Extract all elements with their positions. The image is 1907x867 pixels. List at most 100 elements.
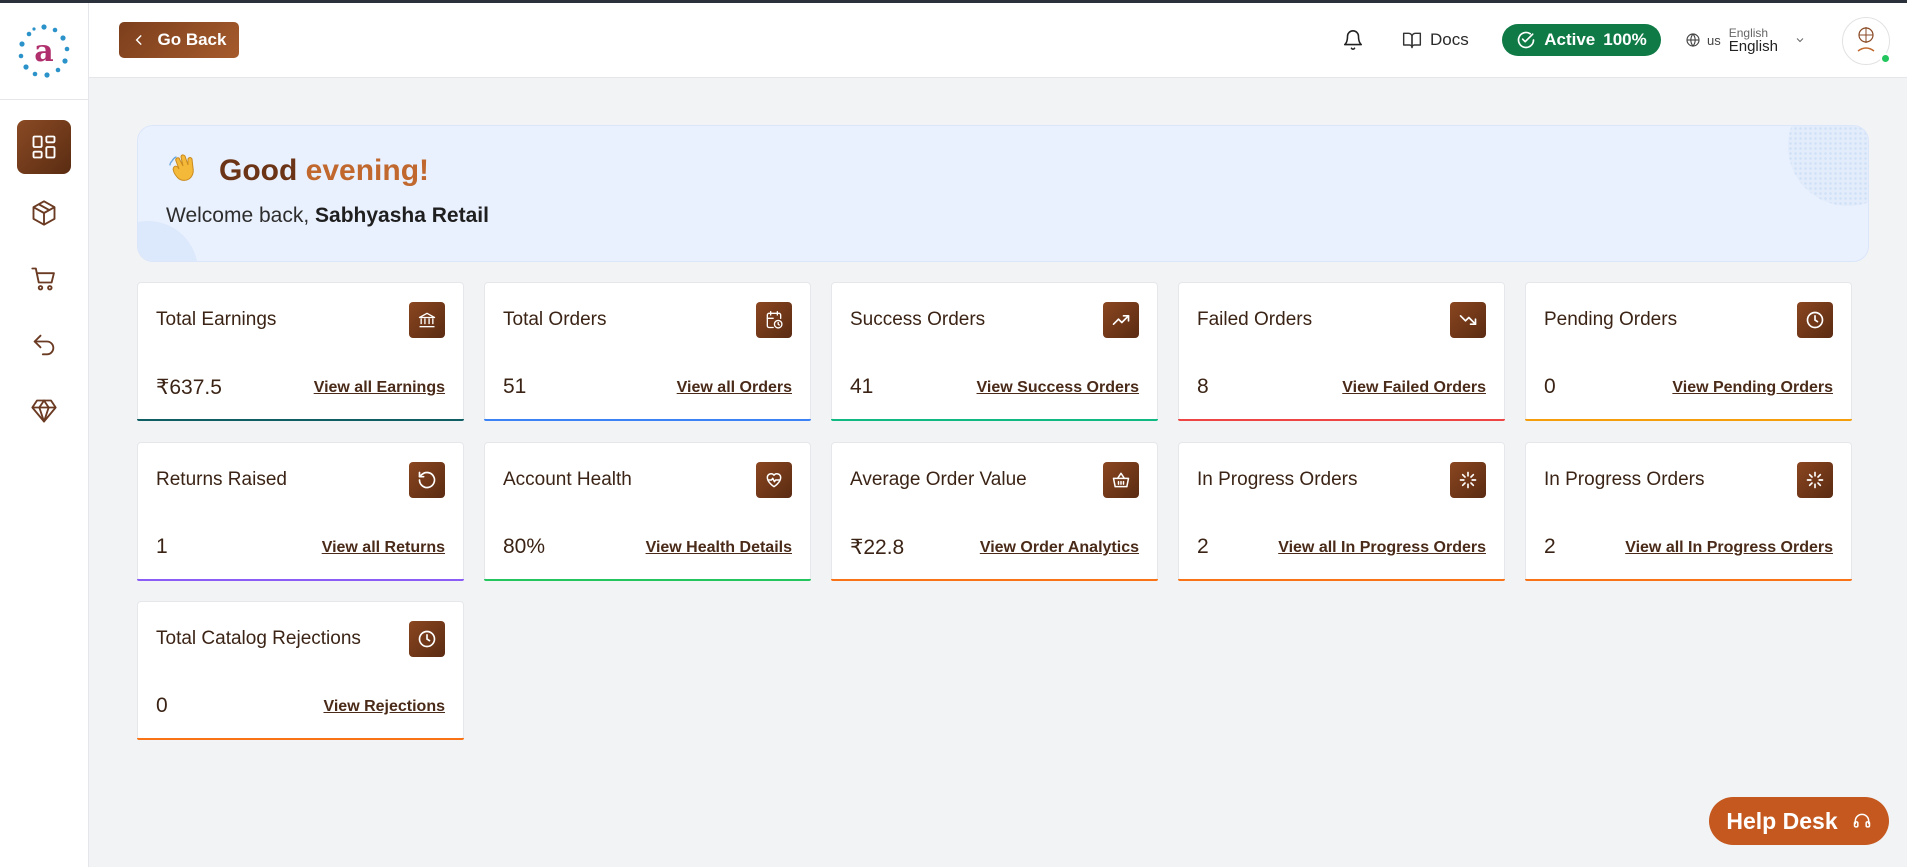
calendar-clock-icon: [766, 311, 783, 329]
card-title: In Progress Orders: [1544, 469, 1705, 490]
stat-card-in-progress-orders: In Progress Orders 2 View all In Progres…: [1178, 442, 1505, 581]
go-back-button[interactable]: Go Back: [119, 22, 239, 58]
user-name: Sabhyasha Retail: [315, 204, 489, 227]
view-in-progress-orders-link[interactable]: View all In Progress Orders: [1278, 539, 1486, 557]
help-desk-label: Help Desk: [1726, 807, 1838, 834]
card-title: Total Orders: [503, 309, 607, 330]
loader-icon: [1459, 471, 1477, 489]
card-title: Pending Orders: [1544, 309, 1678, 330]
card-accent-line: [1178, 579, 1505, 581]
stat-card-total-earnings: Total Earnings ₹637.5 View all Earnings: [137, 282, 464, 421]
heart-pulse-icon: [766, 473, 782, 488]
loader-icon: [1806, 471, 1824, 489]
card-title: In Progress Orders: [1197, 469, 1358, 490]
docs-label: Docs: [1430, 30, 1469, 49]
card-icon-box: [1450, 462, 1486, 498]
card-value: 0: [156, 694, 168, 717]
rotate-icon: [418, 471, 436, 489]
view-health-details-link[interactable]: View Health Details: [646, 539, 792, 557]
chevron-down-icon: [1796, 38, 1804, 43]
help-desk-button[interactable]: Help Desk: [1709, 797, 1889, 845]
card-accent-line: [1178, 419, 1505, 421]
sidebar-item-orders[interactable]: [17, 252, 71, 306]
card-icon-box: [1103, 462, 1139, 498]
cart-icon: [31, 267, 55, 291]
stat-card-failed-orders: Failed Orders 8 View Failed Orders: [1178, 282, 1505, 421]
stat-card-returns-raised: Returns Raised 1 View all Returns: [137, 442, 464, 581]
bank-icon: [418, 312, 436, 328]
decorative-pattern: [1788, 126, 1868, 206]
language-label-big: English: [1728, 37, 1778, 55]
stat-card-average-order-value: Average Order Value ₹22.8 View Order Ana…: [831, 442, 1158, 581]
card-value: 2: [1197, 535, 1209, 558]
trend-up-icon: [1112, 315, 1130, 325]
svg-text:a: a: [34, 34, 53, 69]
card-value: 0: [1544, 375, 1556, 398]
card-accent-line: [831, 579, 1158, 581]
active-status-badge[interactable]: Active 100%: [1502, 24, 1661, 56]
stat-card-in-progress-orders-2: In Progress Orders 2 View all In Progres…: [1525, 442, 1852, 581]
card-accent-line: [831, 419, 1158, 421]
waving-hand-icon: [169, 154, 194, 181]
undo-icon: [33, 334, 55, 356]
clock-icon: [1806, 311, 1824, 329]
clock-icon: [418, 630, 436, 648]
top-header: Go Back Docs Active 100% us English Engl…: [89, 3, 1907, 78]
card-icon-box: [756, 302, 792, 338]
chevron-left-icon: [135, 35, 141, 45]
card-value: 1: [156, 535, 168, 558]
gem-icon: [31, 399, 57, 423]
card-accent-line: [484, 579, 811, 581]
greeting-title-part1: Good: [219, 154, 298, 187]
card-title: Average Order Value: [850, 469, 1027, 490]
sidebar-item-returns[interactable]: [17, 318, 71, 372]
card-icon-box: [756, 462, 792, 498]
card-value: 8: [1197, 375, 1209, 398]
language-label-small: English: [1728, 25, 1769, 40]
docs-link[interactable]: Docs: [1402, 27, 1469, 53]
card-title: Returns Raised: [156, 469, 287, 490]
card-title: Account Health: [503, 469, 632, 490]
card-accent-line: [484, 419, 811, 421]
card-title: Success Orders: [850, 309, 986, 330]
card-accent-line: [1525, 419, 1852, 421]
view-rejections-link[interactable]: View Rejections: [323, 698, 445, 716]
card-value: 80%: [503, 535, 546, 558]
stat-card-pending-orders: Pending Orders 0 View Pending Orders: [1525, 282, 1852, 421]
sidebar: a: [0, 3, 89, 867]
view-all-returns-link[interactable]: View all Returns: [322, 539, 445, 557]
go-back-label: Go Back: [157, 30, 227, 49]
card-icon-box: [1450, 302, 1486, 338]
sidebar-item-dashboard[interactable]: [17, 120, 71, 174]
view-all-earnings-link[interactable]: View all Earnings: [314, 379, 445, 397]
view-order-analytics-link[interactable]: View Order Analytics: [980, 539, 1139, 557]
view-in-progress-orders-link-2[interactable]: View all In Progress Orders: [1625, 539, 1833, 557]
card-icon-box: [409, 621, 445, 657]
stat-card-account-health: Account Health 80% View Health Details: [484, 442, 811, 581]
bell-icon[interactable]: [1342, 29, 1364, 51]
logo-area: a: [0, 3, 88, 100]
card-icon-box: [1797, 302, 1833, 338]
view-success-orders-link[interactable]: View Success Orders: [977, 379, 1139, 397]
sidebar-nav: [0, 100, 88, 438]
card-value: 41: [850, 375, 874, 398]
headset-icon: [1853, 813, 1870, 828]
stat-card-total-catalog-rejections: Total Catalog Rejections 0 View Rejectio…: [137, 601, 464, 740]
card-icon-box: [1797, 462, 1833, 498]
view-failed-orders-link[interactable]: View Failed Orders: [1342, 379, 1486, 397]
sidebar-item-products[interactable]: [17, 186, 71, 240]
view-all-orders-link[interactable]: View all Orders: [677, 379, 792, 397]
app-logo[interactable]: a: [14, 21, 74, 81]
stat-card-total-orders: Total Orders 51 View all Orders: [484, 282, 811, 421]
package-icon: [32, 200, 56, 226]
check-circle-icon: [1517, 31, 1535, 49]
sidebar-item-premium[interactable]: [17, 384, 71, 438]
card-title: Failed Orders: [1197, 309, 1313, 330]
book-open-icon: [1402, 32, 1422, 49]
language-selector[interactable]: us English English: [1685, 23, 1806, 57]
trend-down-icon: [1459, 315, 1477, 325]
view-pending-orders-link[interactable]: View Pending Orders: [1672, 379, 1833, 397]
card-icon-box: [1103, 302, 1139, 338]
card-accent-line: [137, 738, 464, 740]
card-value: 2: [1544, 535, 1556, 558]
